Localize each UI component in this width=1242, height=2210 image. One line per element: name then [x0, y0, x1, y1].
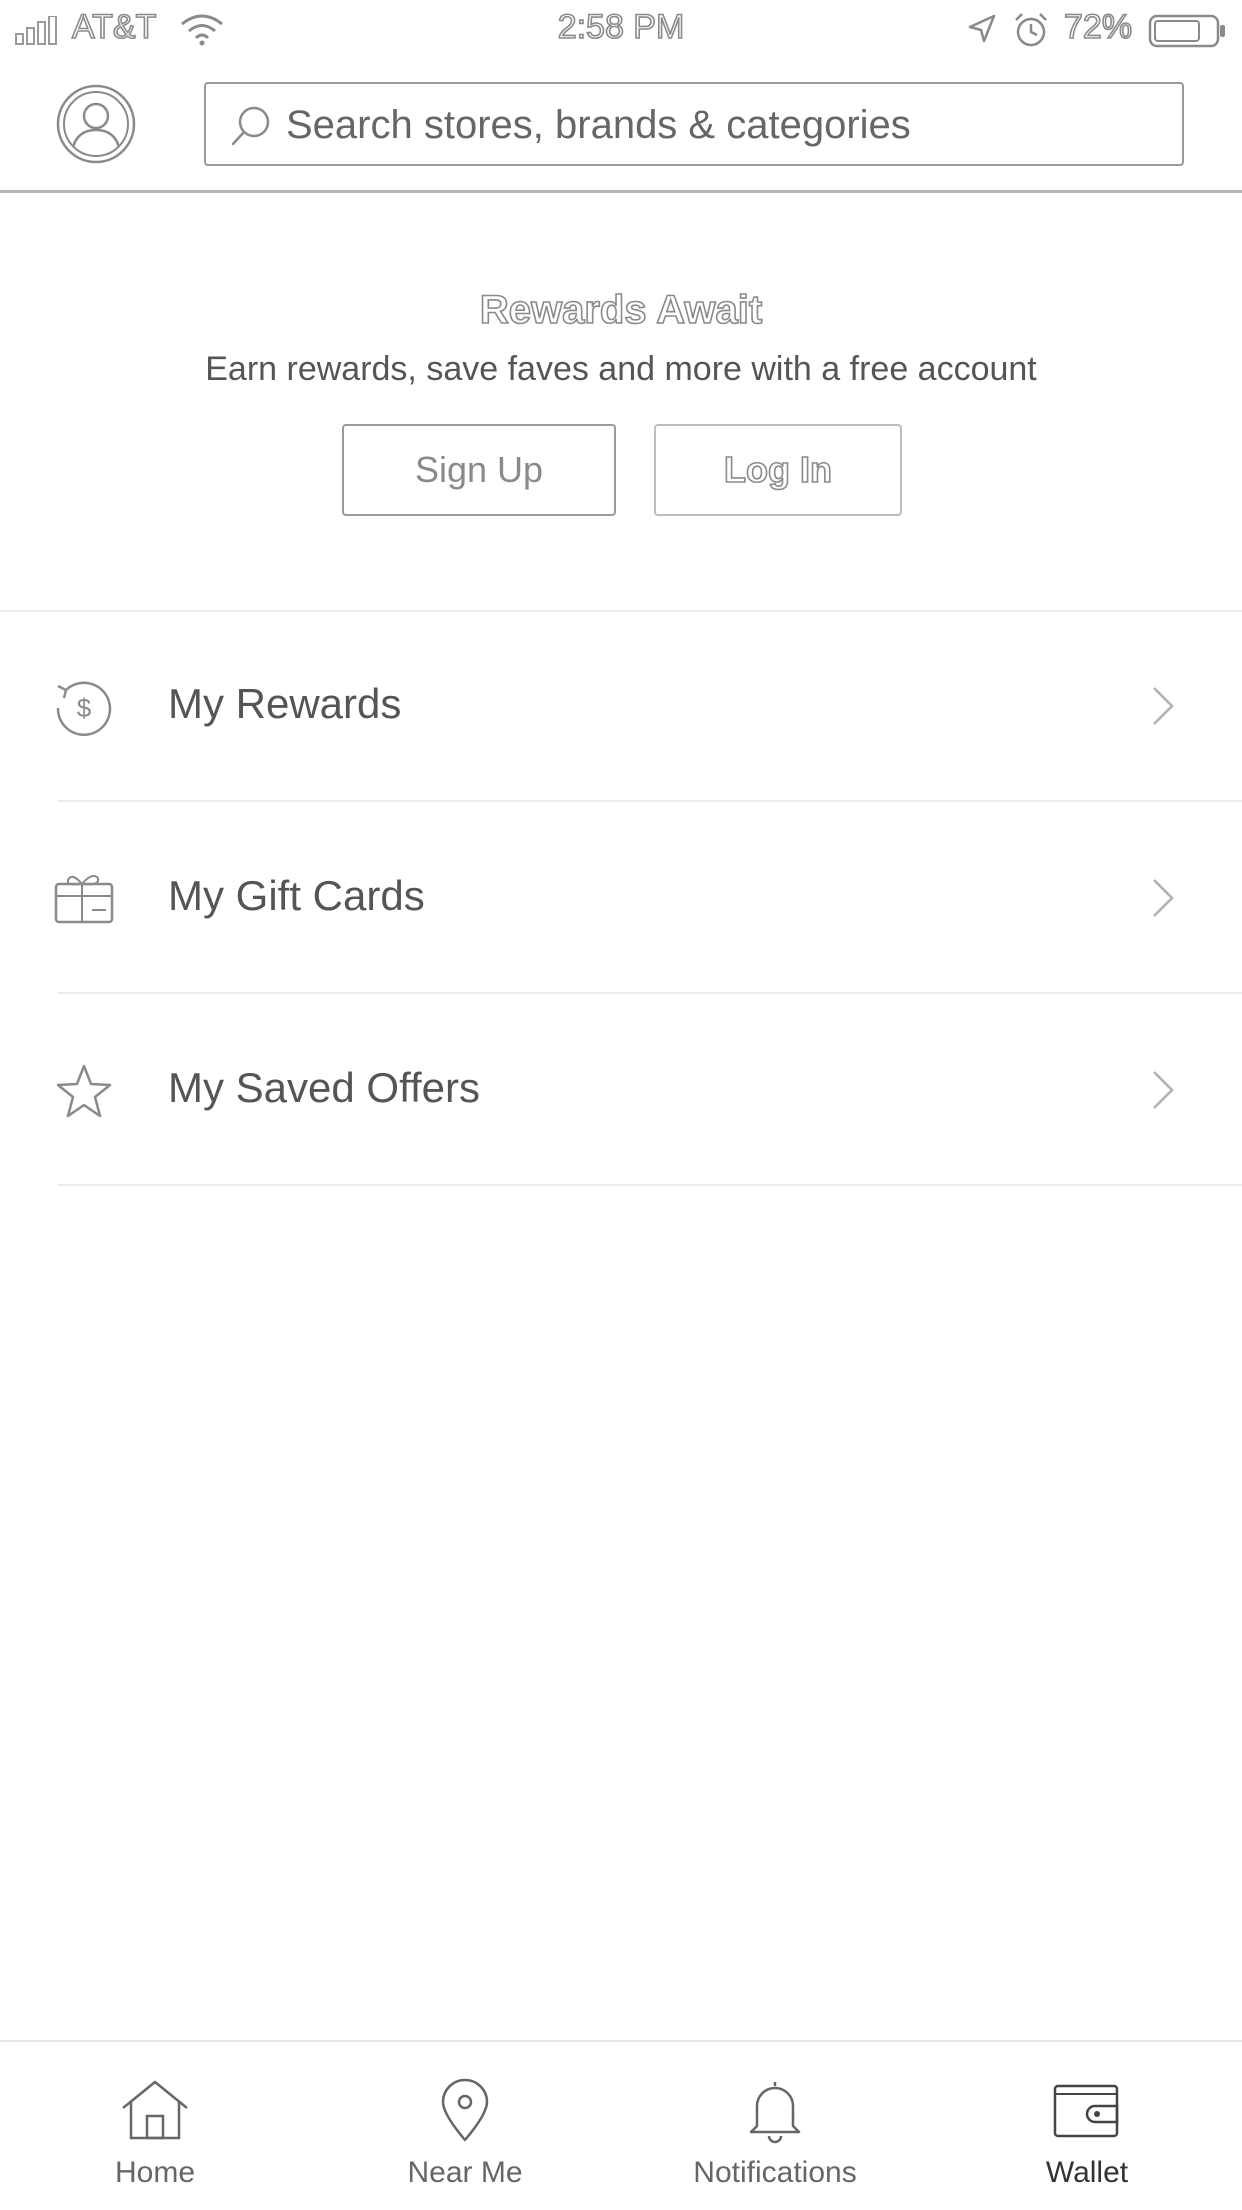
svg-text:$: $: [77, 693, 92, 723]
star-icon: [56, 1064, 112, 1118]
promo-title: Rewards Await: [479, 287, 763, 333]
chevron-right-icon: [1153, 1071, 1174, 1109]
menu-divider: [58, 800, 1242, 802]
bell-icon: [749, 2082, 801, 2144]
search-bar[interactable]: [204, 82, 1184, 166]
chevron-right-icon: [1153, 687, 1174, 725]
gift-card-icon: [54, 875, 114, 924]
alarm-icon: [1015, 13, 1047, 47]
location-arrow-icon: [968, 14, 996, 43]
tab-wallet[interactable]: Wallet: [932, 2042, 1242, 2210]
wallet-icon: [1053, 2084, 1119, 2138]
header-bar: [0, 62, 1242, 193]
menu-item-my-gift-cards[interactable]: My Gift Cards: [0, 804, 1242, 994]
profile-avatar-icon[interactable]: [56, 84, 136, 164]
menu-item-label: My Gift Cards: [168, 872, 425, 919]
tab-label: Near Me: [407, 2156, 523, 2189]
menu-divider: [58, 992, 1242, 994]
menu-divider: [58, 1184, 1242, 1186]
tab-label: Home: [114, 2156, 196, 2189]
menu-item-my-saved-offers[interactable]: My Saved Offers: [0, 996, 1242, 1186]
tab-label: Notifications: [693, 2156, 857, 2189]
menu-item-label: My Rewards: [168, 680, 402, 727]
search-input[interactable]: [284, 94, 1168, 156]
tab-notifications[interactable]: Notifications: [620, 2042, 930, 2210]
search-icon: [231, 106, 270, 146]
bottom-tab-bar: Home Near Me Notifications Wallet: [0, 2040, 1242, 2210]
home-icon: [122, 2080, 188, 2140]
chevron-right-icon: [1153, 879, 1174, 917]
tab-home[interactable]: Home: [0, 2042, 310, 2210]
promo-subtitle: Earn rewards, save faves and more with a…: [205, 350, 1037, 388]
rewards-dollar-icon: $: [56, 681, 112, 737]
menu-item-my-rewards[interactable]: $ My Rewards: [0, 612, 1242, 802]
status-time: 2:58 PM: [557, 7, 685, 47]
battery-percent: 72%: [1063, 7, 1133, 47]
tab-label: Wallet: [1045, 2156, 1129, 2189]
menu-item-label: My Saved Offers: [168, 1064, 481, 1111]
tab-near-me[interactable]: Near Me: [310, 2042, 620, 2210]
battery-icon: [1148, 14, 1225, 48]
log-in-button[interactable]: Log In: [654, 424, 902, 516]
status-bar: AT&T 2:58 PM 72%: [0, 0, 1242, 62]
location-pin-icon: [441, 2078, 489, 2142]
sign-up-button[interactable]: Sign Up: [342, 424, 616, 516]
